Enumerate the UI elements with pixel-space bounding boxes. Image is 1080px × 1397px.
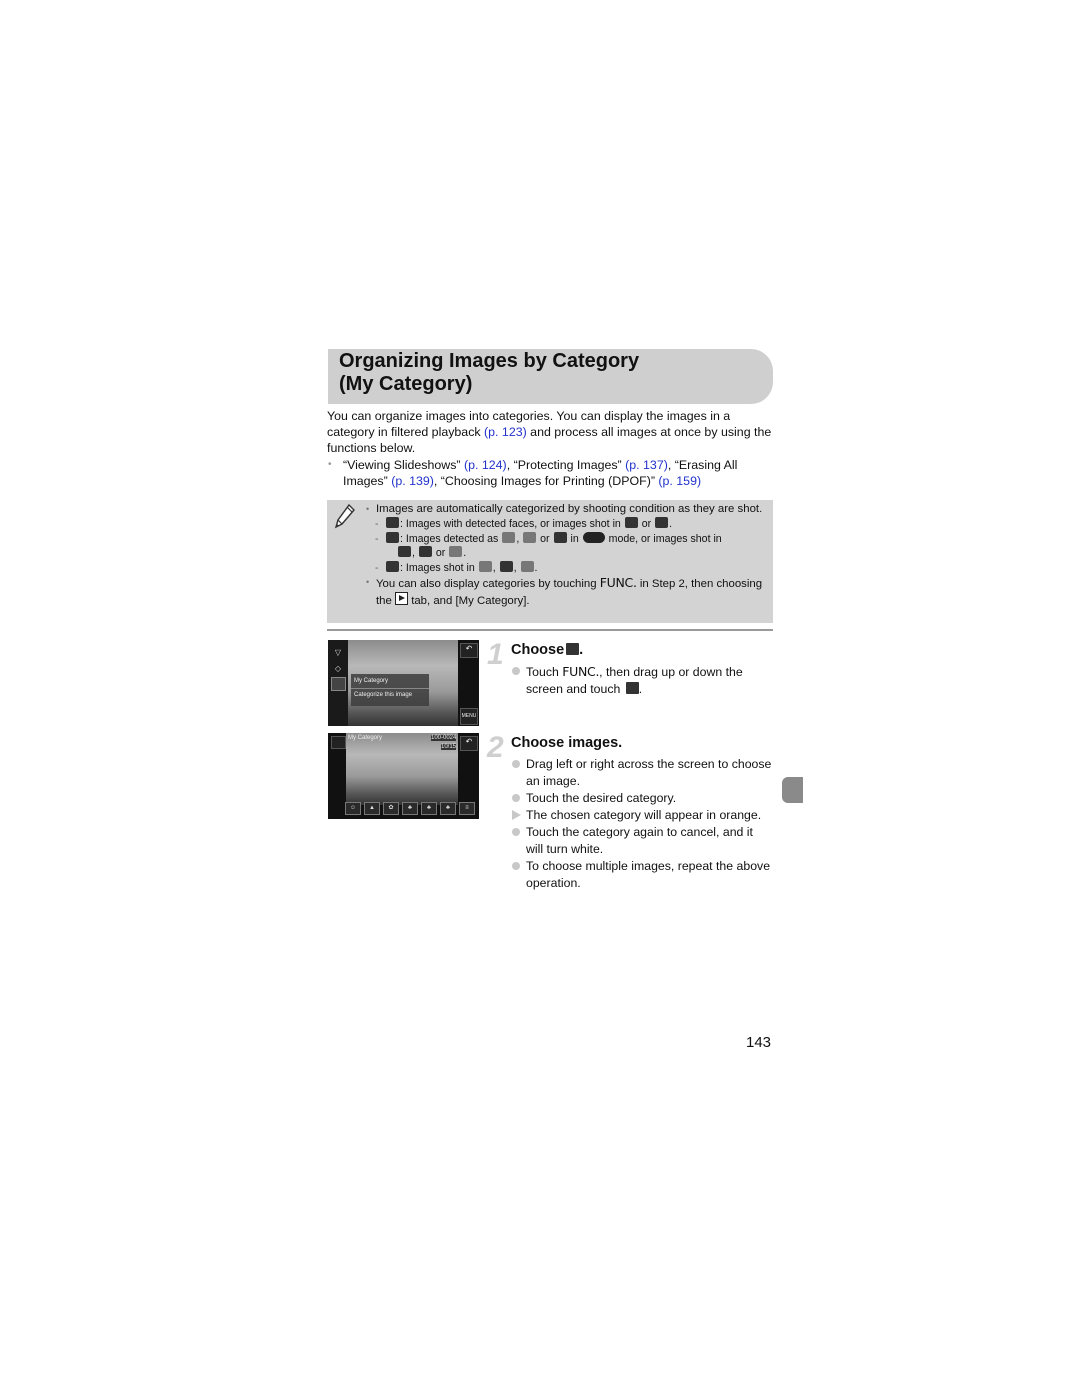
- beach-mode-icon: [478, 560, 492, 572]
- back-button[interactable]: ↶: [460, 643, 478, 658]
- step-number: 2: [487, 731, 504, 764]
- my-category-icon: [566, 643, 580, 655]
- fireworks-scene-icon: [520, 560, 534, 572]
- bullet-icon: [512, 667, 520, 675]
- page-link[interactable]: (p. 139): [391, 474, 434, 488]
- night-scene-icon: [553, 531, 567, 543]
- kids-pets-mode-icon: [655, 517, 669, 528]
- pencil-icon: [334, 503, 355, 529]
- bullet-icon: [512, 862, 520, 870]
- list-item: Touch FUNC., then drag up or down the sc…: [511, 663, 773, 698]
- functions-list: • “Viewing Slideshows” (p. 124), “Protec…: [327, 457, 777, 489]
- step2-instructions: Drag left or right across the screen to …: [511, 756, 773, 892]
- back-button[interactable]: ↶: [460, 736, 478, 751]
- intro-section: You can organize images into categories.…: [327, 408, 777, 489]
- section-divider: [327, 629, 773, 631]
- bullet-icon: [512, 794, 520, 802]
- image-count: 10/15: [441, 744, 457, 750]
- bullet-icon: •: [366, 504, 370, 514]
- category-3-button[interactable]: ♣: [440, 802, 456, 815]
- landscape-scene-icon: [502, 531, 516, 543]
- popup-title: My Category: [354, 678, 389, 684]
- page-link[interactable]: (p. 159): [658, 474, 701, 488]
- index-view-button[interactable]: [331, 736, 346, 749]
- bullet-icon: •: [328, 459, 332, 470]
- func-label: FUNC.: [599, 575, 637, 590]
- list-item: • “Viewing Slideshows” (p. 124), “Protec…: [328, 458, 738, 488]
- mode-label: My Category: [348, 735, 383, 741]
- events-category-button[interactable]: ✿: [383, 802, 399, 815]
- result-item: The chosen category will appear in orang…: [511, 807, 773, 824]
- bullet-icon: •: [366, 577, 370, 587]
- scenery-category-button[interactable]: ▲: [364, 802, 380, 815]
- note-bullet: • Images are automatically categorized b…: [366, 503, 763, 515]
- category-1-button[interactable]: ♣: [402, 802, 418, 815]
- category-bar: ☺ ▲ ✿ ♣ ♣ ♣ ≡: [345, 802, 475, 815]
- step1-instructions: Touch FUNC., then drag up or down the sc…: [511, 663, 773, 698]
- snow-mode-icon: [499, 560, 513, 572]
- note-content: • Images are automatically categorized b…: [365, 502, 769, 609]
- func-menu-column: ▽ ◇: [328, 640, 348, 726]
- page-link[interactable]: (p. 123): [484, 425, 527, 439]
- list-item: Touch the category again to cancel, and …: [511, 824, 773, 858]
- portrait-mode-icon: [624, 517, 638, 528]
- category-2-button[interactable]: ♣: [421, 802, 437, 815]
- chapter-tab: [782, 777, 803, 803]
- people-category-button[interactable]: ☺: [345, 802, 361, 815]
- auto-mode-icon: [582, 531, 605, 543]
- playback-tab-icon: [395, 592, 409, 605]
- page-link[interactable]: (p. 137): [625, 458, 668, 472]
- people-category-icon: [386, 517, 399, 528]
- result-arrow-icon: [512, 810, 521, 820]
- foliage-mode-icon: [449, 546, 463, 557]
- menu-item-icon[interactable]: ◇: [329, 664, 347, 673]
- note-bullet: • You can also display categories by tou…: [366, 575, 763, 607]
- page-link[interactable]: (p. 124): [464, 458, 507, 472]
- note-sub-item: - : Images shot in , , .: [375, 560, 538, 574]
- step-number: 1: [487, 638, 504, 671]
- bullet-icon: [512, 828, 520, 836]
- menu-button[interactable]: MENU: [460, 708, 478, 725]
- sunset-scene-icon: [523, 531, 537, 543]
- note-sub-item: - : Images with detected faces, or image…: [375, 517, 673, 530]
- bullet-icon: [512, 760, 520, 768]
- fireworks-mode-icon: [418, 546, 432, 557]
- camera-screen-my-category: My Category 100-0024 10/15 ↶ ☺ ▲ ✿ ♣ ♣ ♣…: [328, 733, 479, 819]
- file-number: 100-0024: [431, 735, 457, 741]
- list-item: Touch the desired category.: [511, 790, 773, 807]
- step-title: Choose images.: [511, 735, 623, 751]
- page-number: 143: [746, 1034, 772, 1051]
- section-title: Organizing Images by Category (My Catego…: [339, 350, 640, 395]
- section-title-bar: Organizing Images by Category (My Catego…: [328, 349, 773, 404]
- note-box: • Images are automatically categorized b…: [327, 500, 773, 623]
- step-title: Choose.: [511, 642, 584, 658]
- list-item: Drag left or right across the screen to …: [511, 756, 773, 790]
- func-label: FUNC.: [562, 664, 600, 679]
- camera-screen-func-menu: ▽ ◇ My Category Categorize this image ↶ …: [328, 640, 479, 726]
- night-snapshot-icon: [398, 546, 411, 557]
- my-category-icon: [625, 682, 639, 694]
- to-do-category-button[interactable]: ≡: [459, 802, 475, 815]
- list-item: To choose multiple images, repeat the ab…: [511, 858, 773, 892]
- intro-paragraph: You can organize images into categories.…: [327, 409, 772, 455]
- my-category-icon[interactable]: [331, 677, 346, 691]
- events-category-icon: [386, 560, 399, 572]
- menu-item-icon[interactable]: ▽: [329, 648, 347, 657]
- note-sub-item: - : Images detected as , or in mode, or …: [375, 531, 722, 559]
- func-popup: My Category Categorize this image: [351, 674, 429, 706]
- scenery-category-icon: [386, 531, 399, 543]
- popup-item[interactable]: Categorize this image: [351, 688, 429, 701]
